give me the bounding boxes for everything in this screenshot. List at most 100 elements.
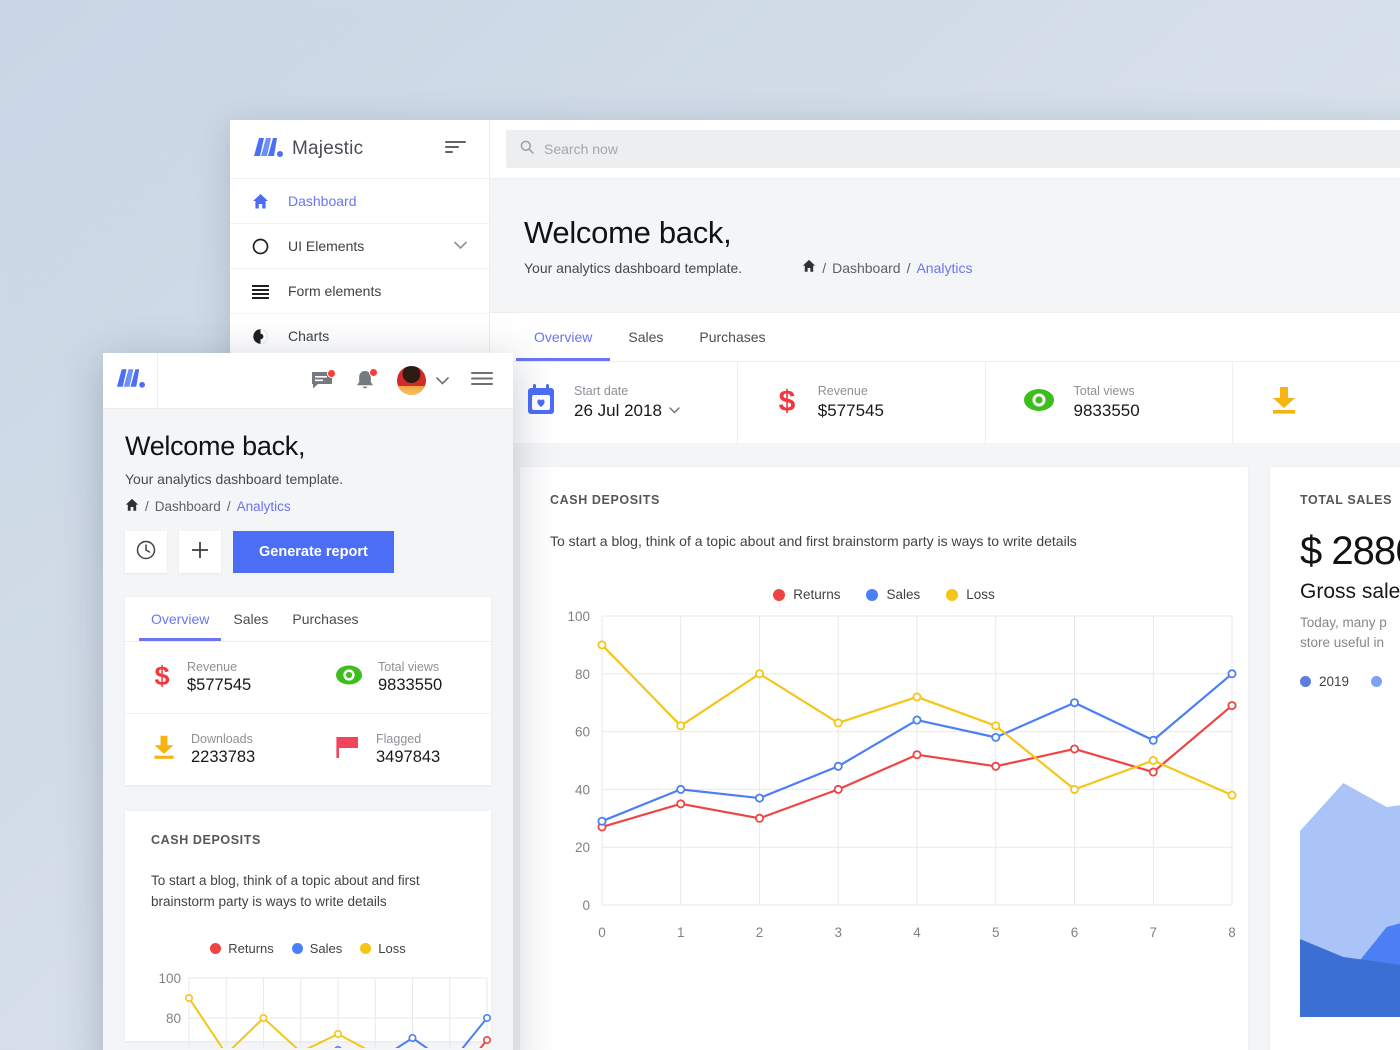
- legend-color-swatch: [1300, 675, 1311, 687]
- legend-color-swatch: [291, 942, 303, 954]
- stat-strip: Start date 26 Jul 2018 $ Revenue $577545…: [490, 362, 1400, 443]
- bell-icon[interactable]: [355, 368, 378, 391]
- legend-label: Returns: [228, 940, 274, 956]
- breadcrumb-dashboard[interactable]: Dashboard: [155, 499, 221, 514]
- stat-text: Start date 26 Jul 2018: [574, 384, 680, 421]
- svg-text:$: $: [778, 385, 795, 416]
- legend-item-returns[interactable]: Returns: [773, 587, 840, 602]
- legend-item-sales[interactable]: Sales: [291, 941, 342, 956]
- top-bar: Search now: [490, 120, 1400, 179]
- stat-start-date[interactable]: Start date 26 Jul 2018: [490, 362, 738, 443]
- svg-text:1: 1: [677, 925, 685, 940]
- breadcrumb-sep: /: [822, 259, 827, 276]
- stat-text: Total views 9833550: [1074, 384, 1140, 421]
- legend-color-swatch: [866, 588, 879, 601]
- sort-lines-icon[interactable]: [445, 140, 467, 159]
- sales-legend: 2019: [1300, 674, 1400, 689]
- chevron-down-icon[interactable]: [669, 405, 680, 417]
- mobile-stat-text: Flagged 3497843: [376, 732, 440, 767]
- legend-item-loss[interactable]: Loss: [946, 587, 995, 602]
- tab-purchases[interactable]: Purchases: [681, 313, 783, 361]
- avatar[interactable]: [397, 366, 426, 395]
- legend-item-sales[interactable]: Sales: [866, 587, 920, 602]
- majestic-logo-icon: [252, 136, 283, 163]
- svg-text:0: 0: [598, 925, 606, 940]
- svg-text:20: 20: [575, 840, 590, 855]
- stat-total-views[interactable]: Total views 9833550: [986, 362, 1234, 443]
- mobile-stat-value: $577545: [187, 676, 252, 694]
- mobile-stat-row: Downloads 2233783 Flagged 3497843: [125, 714, 491, 785]
- mobile-panel-description: To start a blog, think of a topic about …: [151, 873, 420, 909]
- home-icon[interactable]: [125, 498, 139, 515]
- eye-icon: [1022, 385, 1056, 420]
- sidebar-item-label: UI Elements: [288, 238, 365, 254]
- stat-text: Revenue $577545: [818, 384, 884, 421]
- legend-item-secondary[interactable]: [1371, 674, 1390, 689]
- breadcrumb-sep: /: [226, 499, 231, 514]
- note-line-1: Today, many p: [1300, 615, 1387, 630]
- breadcrumb: / Dashboard / Analytics: [802, 259, 973, 276]
- brand-left[interactable]: Majestic: [252, 136, 363, 163]
- chevron-down-icon[interactable]: [454, 239, 467, 253]
- majestic-logo-icon: [115, 367, 145, 394]
- mobile-stat-text: Revenue $577545: [187, 660, 251, 695]
- stat-value-wrap: 26 Jul 2018: [574, 401, 680, 421]
- hamburger-icon[interactable]: [471, 371, 493, 391]
- tab-sales[interactable]: Sales: [610, 313, 681, 361]
- sidebar-item-dashboard[interactable]: Dashboard: [230, 179, 489, 224]
- mobile-panel-title: CASH DEPOSITS: [151, 833, 261, 847]
- brand-name: Majestic: [292, 138, 364, 159]
- breadcrumb-analytics[interactable]: Analytics: [237, 499, 291, 514]
- mobile-stat-downloads[interactable]: Downloads 2233783: [125, 714, 308, 785]
- svg-text:6: 6: [1071, 925, 1079, 940]
- page-subtitle: Your analytics dashboard template.: [524, 259, 743, 276]
- search-input[interactable]: Search now: [506, 130, 1400, 168]
- mobile-cash-deposits-panel: CASH DEPOSITS To start a blog, think of …: [125, 811, 491, 1050]
- legend-item-2019[interactable]: 2019: [1300, 674, 1349, 689]
- sidebar-item-ui-elements[interactable]: UI Elements: [230, 224, 489, 269]
- legend-item-returns[interactable]: Returns: [210, 941, 274, 956]
- generate-report-button[interactable]: Generate report: [233, 531, 394, 573]
- mobile-dashboard-window: Welcome back, Your analytics dashboard t…: [103, 353, 513, 1050]
- legend-color-swatch: [773, 588, 786, 601]
- message-icon[interactable]: [311, 368, 336, 391]
- tab-overview[interactable]: Overview: [516, 313, 611, 361]
- mobile-tab-sales[interactable]: Sales: [221, 597, 280, 641]
- cash-deposits-panel: CASH DEPOSITS To start a blog, think of …: [520, 467, 1248, 1050]
- mobile-tab-bar: Overview Sales Purchases: [125, 597, 491, 642]
- total-sales-area-chart[interactable]: [1300, 717, 1400, 1017]
- add-button[interactable]: [179, 531, 221, 573]
- stat-downloads[interactable]: [1233, 362, 1400, 443]
- page-header: Welcome back, Your analytics dashboard t…: [490, 179, 1400, 276]
- chevron-down-icon[interactable]: [436, 372, 449, 390]
- sidebar-item-form-elements[interactable]: Form elements: [230, 269, 489, 314]
- mobile-tab-overview[interactable]: Overview: [139, 597, 222, 641]
- mobile-cash-line-chart[interactable]: 100 80: [151, 968, 491, 1050]
- mobile-stat-label: Downloads: [191, 732, 253, 746]
- legend-label: Loss: [966, 587, 995, 602]
- history-button[interactable]: [125, 531, 167, 573]
- stat-label: Total views: [1073, 384, 1135, 398]
- mobile-tab-purchases[interactable]: Purchases: [280, 597, 370, 641]
- svg-text:100: 100: [158, 971, 181, 986]
- pie-chart-icon: [252, 328, 288, 345]
- breadcrumb-sep: /: [906, 259, 911, 276]
- search-icon: [520, 140, 534, 159]
- note-line-2: store useful in: [1300, 635, 1385, 651]
- breadcrumb-analytics[interactable]: Analytics: [916, 260, 972, 276]
- breadcrumb-dashboard[interactable]: Dashboard: [832, 260, 901, 276]
- mobile-stat-revenue[interactable]: $ Revenue $577545: [125, 642, 308, 713]
- flag-icon: [334, 733, 362, 766]
- legend-item-loss[interactable]: Loss: [360, 941, 406, 956]
- mobile-stat-flagged[interactable]: Flagged 3497843: [308, 714, 491, 785]
- svg-text:3: 3: [834, 925, 842, 940]
- stat-revenue[interactable]: $ Revenue $577545: [738, 362, 986, 443]
- home-icon[interactable]: [802, 259, 816, 276]
- notification-badge: [369, 368, 378, 377]
- plus-icon: [191, 541, 209, 564]
- mobile-logo-cell[interactable]: [103, 353, 158, 409]
- page-title: Welcome back,: [524, 215, 732, 250]
- cash-deposits-line-chart[interactable]: 0 20 40 60 80 100 0 1 2 3 4 5 6 7 8: [550, 602, 1240, 957]
- mobile-stat-total-views[interactable]: Total views 9833550: [308, 642, 491, 713]
- total-sales-note: Today, many p store useful in: [1300, 613, 1400, 654]
